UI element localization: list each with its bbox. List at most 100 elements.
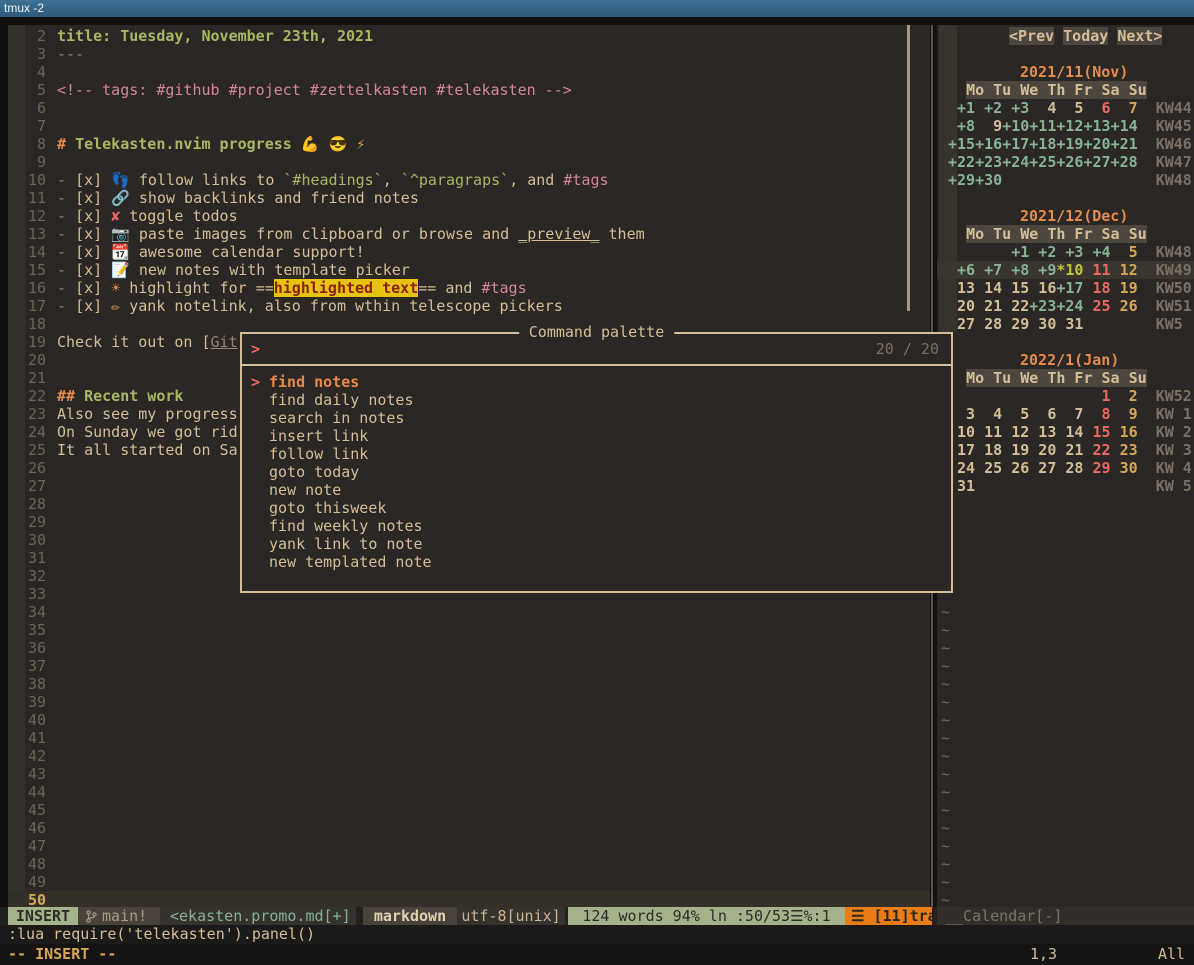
editor-line[interactable]: 14- [x] 📆 awesome calendar support! [8,243,930,261]
calendar-day[interactable]: +11 [1029,117,1056,135]
calendar-day[interactable]: 28 [1056,459,1083,477]
calendar-day[interactable]: 18 [1083,279,1110,297]
calendar-day[interactable]: 5 [1056,99,1083,117]
calendar-nav-button[interactable]: Today [1063,27,1108,45]
editor-line[interactable]: 12- [x] ✘ toggle todos [8,207,930,225]
calendar-day[interactable]: 2 [1111,387,1138,405]
palette-item[interactable]: find weekly notes [242,517,951,535]
palette-item[interactable]: >find notes [242,373,951,391]
editor-line[interactable]: 11- [x] 🔗 show backlinks and friend note… [8,189,930,207]
editor-line[interactable]: 37 [8,657,930,675]
palette-item[interactable]: follow link [242,445,951,463]
calendar-day[interactable]: 16 [1111,423,1138,441]
editor-line[interactable]: 15- [x] 📝 new notes with template picker [8,261,930,279]
editor-line[interactable]: 9 [8,153,930,171]
calendar-day[interactable]: 7 [1111,99,1138,117]
calendar-day[interactable]: 23 [1111,441,1138,459]
editor-line[interactable]: 49 [8,873,930,891]
calendar-day[interactable]: +10 [1002,117,1029,135]
calendar-day[interactable]: +2 [1029,243,1056,261]
calendar-day[interactable]: 15 [1083,423,1110,441]
calendar-day[interactable]: 9 [975,117,1002,135]
calendar-day[interactable]: 21 [1056,441,1083,459]
command-line[interactable]: :lua require('telekasten').panel() [0,925,1194,944]
calendar-day[interactable]: +1 [1002,243,1029,261]
calendar-day[interactable]: +29 [948,171,975,189]
calendar-day[interactable]: 11 [1083,261,1110,279]
calendar-day[interactable]: 20 [1029,441,1056,459]
calendar-day[interactable]: +16 [975,135,1002,153]
calendar-day[interactable]: +25 [1029,153,1056,171]
calendar-day[interactable]: +1 [948,99,975,117]
editor-line[interactable]: 46 [8,819,930,837]
calendar-day[interactable]: 11 [975,423,1002,441]
calendar-day[interactable]: 14 [975,279,1002,297]
calendar-day[interactable]: 22 [1083,441,1110,459]
editor-line[interactable]: 35 [8,621,930,639]
editor-line[interactable]: 50 [8,891,930,907]
calendar-day[interactable]: 12 [1002,423,1029,441]
calendar-day[interactable]: *10 [1056,261,1083,279]
calendar-day[interactable]: 18 [975,441,1002,459]
calendar-day[interactable]: 28 [975,315,1002,333]
calendar-day[interactable]: 5 [1111,243,1138,261]
calendar-day[interactable]: 27 [1029,459,1056,477]
editor-line[interactable]: 36 [8,639,930,657]
editor-line[interactable]: 2title: Tuesday, November 23th, 2021 [8,27,930,45]
editor-line[interactable]: 40 [8,711,930,729]
editor-line[interactable]: 38 [8,675,930,693]
palette-item[interactable]: new note [242,481,951,499]
buffer-tab-segment[interactable]: ☰ [11]tra… [845,907,932,925]
calendar-day[interactable]: 6 [1083,99,1110,117]
editor-line[interactable]: 6 [8,99,930,117]
palette-item[interactable]: goto thisweek [242,499,951,517]
calendar-day[interactable]: 5 [1002,405,1029,423]
calendar-day[interactable]: +27 [1083,153,1110,171]
palette-item[interactable]: find daily notes [242,391,951,409]
palette-item[interactable]: insert link [242,427,951,445]
calendar-day[interactable]: +21 [1111,135,1138,153]
editor-line[interactable]: 34 [8,603,930,621]
calendar-day[interactable]: +12 [1056,117,1083,135]
calendar-day[interactable]: +15 [948,135,975,153]
calendar-day[interactable]: 13 [948,279,975,297]
calendar-day[interactable]: 19 [1111,279,1138,297]
editor-line[interactable]: 45 [8,801,930,819]
calendar-day[interactable]: +20 [1083,135,1110,153]
calendar-day[interactable]: +9 [1029,261,1056,279]
palette-item[interactable]: new templated note [242,553,951,571]
calendar-day[interactable]: 21 [975,297,1002,315]
editor-line[interactable]: 42 [8,747,930,765]
calendar-day[interactable]: 6 [1029,405,1056,423]
calendar-day[interactable]: 9 [1111,405,1138,423]
calendar-nav-button[interactable]: Next> [1117,27,1162,45]
editor-line[interactable]: 7 [8,117,930,135]
calendar-day[interactable]: 7 [1056,405,1083,423]
calendar-day[interactable]: +30 [975,171,1002,189]
calendar-day[interactable]: +17 [1002,135,1029,153]
calendar-day[interactable]: 12 [1111,261,1138,279]
palette-item[interactable]: goto today [242,463,951,481]
calendar-day[interactable]: +4 [1083,243,1110,261]
calendar-day[interactable]: 29 [1002,315,1029,333]
editor-line[interactable]: 8# Telekasten.nvim progress 💪 😎 ⚡ [8,135,930,153]
calendar-day[interactable]: 19 [1002,441,1029,459]
editor-line[interactable]: 10- [x] 👣 follow links to `#headings`, `… [8,171,930,189]
calendar-nav-button[interactable]: <Prev [1009,27,1054,45]
calendar-day[interactable]: +24 [1056,297,1083,315]
calendar-day[interactable]: 15 [1002,279,1029,297]
calendar-day[interactable]: +22 [948,153,975,171]
calendar-day[interactable]: +28 [1111,153,1138,171]
calendar-day[interactable]: +3 [1056,243,1083,261]
calendar-day[interactable]: 29 [1083,459,1110,477]
editor-line[interactable]: 16- [x] ☀ highlight for ==highlighted te… [8,279,930,297]
editor-line[interactable]: 17- [x] ✏ yank notelink, also from wthin… [8,297,930,315]
calendar-day[interactable]: 27 [948,315,975,333]
palette-item[interactable]: search in notes [242,409,951,427]
calendar-day[interactable]: +24 [1002,153,1029,171]
editor-line[interactable]: 47 [8,837,930,855]
calendar-day[interactable]: +18 [1029,135,1056,153]
palette-item[interactable]: yank link to note [242,535,951,553]
calendar-day[interactable]: 14 [1056,423,1083,441]
calendar-day[interactable]: +7 [975,261,1002,279]
